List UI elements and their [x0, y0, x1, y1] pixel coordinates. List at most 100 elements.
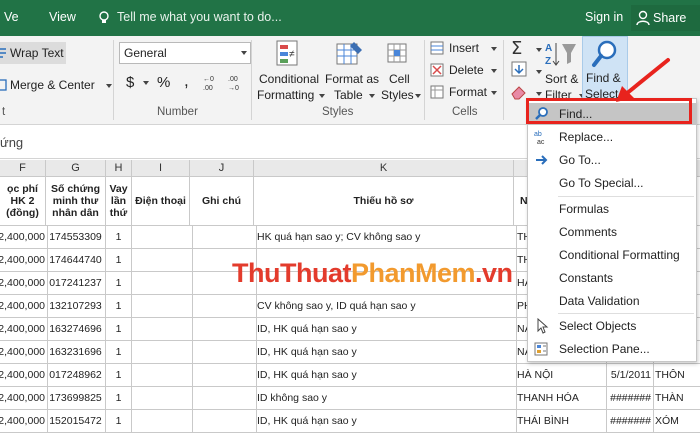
table-cell[interactable]: 2,400,000: [0, 249, 48, 271]
wrap-text-button[interactable]: Wrap Text: [0, 42, 66, 64]
table-cell[interactable]: [132, 226, 193, 248]
header-cell[interactable]: Thiếu hồ sơ: [254, 177, 514, 225]
table-cell[interactable]: 017241237: [46, 272, 106, 294]
table-cell[interactable]: [132, 318, 193, 340]
table-cell[interactable]: 1: [106, 364, 132, 386]
sort-filter-button[interactable]: AZ Sort & Filter: [543, 38, 585, 102]
fill-icon[interactable]: [510, 60, 528, 78]
table-cell[interactable]: [132, 295, 193, 317]
column-header-g[interactable]: G: [46, 160, 106, 176]
header-cell[interactable]: Ghi chú: [190, 177, 254, 225]
table-cell[interactable]: 132107293: [46, 295, 106, 317]
header-cell[interactable]: ọc phí HK 2 (đồng): [0, 177, 46, 225]
header-cell[interactable]: Điện thoại: [132, 177, 190, 225]
sign-in-link[interactable]: Sign in: [585, 10, 623, 24]
percent-button[interactable]: %: [157, 74, 170, 91]
table-cell[interactable]: 2,400,000: [0, 226, 48, 248]
table-cell[interactable]: ID, HK quá hạn sao y: [254, 341, 517, 363]
table-cell[interactable]: [132, 249, 193, 271]
table-cell[interactable]: HK quá hạn sao y; CV không sao y: [254, 226, 517, 248]
table-cell[interactable]: ID không sao y: [254, 387, 517, 409]
menu-item-comments[interactable]: Comments: [528, 221, 696, 243]
table-cell[interactable]: [132, 341, 193, 363]
table-cell[interactable]: 2,400,000: [0, 272, 48, 294]
autosum-icon[interactable]: Σ: [510, 38, 532, 58]
table-cell[interactable]: 1: [106, 318, 132, 340]
menu-item-constants[interactable]: Constants: [528, 267, 696, 289]
table-cell[interactable]: [132, 387, 193, 409]
menu-item-select-objects[interactable]: Select Objects: [528, 315, 696, 337]
table-cell[interactable]: 017248962: [46, 364, 106, 386]
table-cell[interactable]: 2,400,000: [0, 295, 48, 317]
share-button[interactable]: Share: [631, 5, 700, 31]
column-header-i[interactable]: I: [132, 160, 190, 176]
table-cell[interactable]: 1: [106, 341, 132, 363]
table-cell[interactable]: [132, 272, 193, 294]
table-cell[interactable]: [190, 364, 257, 386]
menu-item-formulas[interactable]: Formulas: [528, 198, 696, 220]
table-cell[interactable]: THÔN: [652, 364, 700, 386]
column-header-f[interactable]: F: [0, 160, 46, 176]
table-cell[interactable]: 2,400,000: [0, 387, 48, 409]
table-cell[interactable]: HÀ NỘI: [514, 364, 607, 386]
table-cell[interactable]: THÀN: [652, 387, 700, 409]
table-cell[interactable]: 1: [106, 410, 132, 432]
table-cell[interactable]: XÓM: [652, 410, 700, 432]
table-cell[interactable]: [190, 295, 257, 317]
table-cell[interactable]: ID, HK quá hạn sao y: [254, 364, 517, 386]
table-cell[interactable]: ID, HK quá hạn sao y: [254, 410, 517, 432]
tab-view[interactable]: View: [49, 10, 76, 24]
table-cell[interactable]: ID, HK quá hạn sao y: [254, 318, 517, 340]
table-cell[interactable]: [190, 387, 257, 409]
table-cell[interactable]: [132, 410, 193, 432]
column-header-k[interactable]: K: [254, 160, 514, 176]
column-header-j[interactable]: J: [190, 160, 254, 176]
menu-item-data-validation[interactable]: Data Validation: [528, 290, 696, 312]
table-cell[interactable]: [190, 410, 257, 432]
header-cell[interactable]: Vay lần thứ: [106, 177, 132, 225]
table-cell[interactable]: [190, 226, 257, 248]
table-cell[interactable]: 1: [106, 249, 132, 271]
table-cell[interactable]: 1: [106, 387, 132, 409]
tab-partial[interactable]: Ve: [4, 10, 19, 24]
menu-item-conditional-formatting[interactable]: Conditional Formatting: [528, 244, 696, 266]
format-as-table-button[interactable]: Format as Table: [324, 38, 379, 102]
number-format-select[interactable]: General: [119, 42, 251, 64]
header-cell[interactable]: Số chứng minh thư nhân dân: [46, 177, 106, 225]
decrease-decimal-icon[interactable]: .00→0: [228, 74, 246, 92]
insert-button[interactable]: Insert: [430, 40, 498, 58]
table-cell[interactable]: 152015472: [46, 410, 106, 432]
table-cell[interactable]: CV không sao y, ID quá hạn sao y: [254, 295, 517, 317]
table-cell[interactable]: #######: [604, 387, 654, 409]
merge-center-button[interactable]: Merge & Center: [0, 74, 112, 96]
table-cell[interactable]: 173699825: [46, 387, 106, 409]
table-cell[interactable]: 1: [106, 295, 132, 317]
table-cell[interactable]: 1: [106, 272, 132, 294]
tell-me-box[interactable]: Tell me what you want to do...: [96, 10, 282, 24]
table-cell[interactable]: 2,400,000: [0, 341, 48, 363]
table-cell[interactable]: 2,400,000: [0, 410, 48, 432]
cell-styles-button[interactable]: Cell Styles: [379, 38, 421, 102]
table-cell[interactable]: [190, 341, 257, 363]
menu-item-goto[interactable]: Go To...: [528, 149, 696, 171]
table-cell[interactable]: #######: [604, 410, 654, 432]
table-cell[interactable]: 5/1/2011: [604, 364, 654, 386]
table-cell[interactable]: 174644740: [46, 249, 106, 271]
menu-item-goto-special[interactable]: Go To Special...: [528, 172, 696, 194]
table-cell[interactable]: 2,400,000: [0, 318, 48, 340]
increase-decimal-icon[interactable]: ←0.00: [203, 74, 221, 92]
menu-item-replace[interactable]: ab ac Replace...: [528, 126, 696, 148]
currency-button[interactable]: $: [126, 74, 134, 91]
table-cell[interactable]: 174553309: [46, 226, 106, 248]
table-cell[interactable]: 1: [106, 226, 132, 248]
column-header-h[interactable]: H: [106, 160, 132, 176]
table-cell[interactable]: 163274696: [46, 318, 106, 340]
table-cell[interactable]: [190, 318, 257, 340]
table-cell[interactable]: THÁI BÌNH: [514, 410, 607, 432]
comma-button[interactable]: ,: [184, 71, 189, 91]
menu-item-selection-pane[interactable]: Selection Pane...: [528, 338, 696, 360]
table-cell[interactable]: [132, 364, 193, 386]
table-cell[interactable]: THANH HÓA: [514, 387, 607, 409]
delete-button[interactable]: Delete: [430, 62, 498, 80]
format-button[interactable]: Format: [430, 84, 498, 102]
